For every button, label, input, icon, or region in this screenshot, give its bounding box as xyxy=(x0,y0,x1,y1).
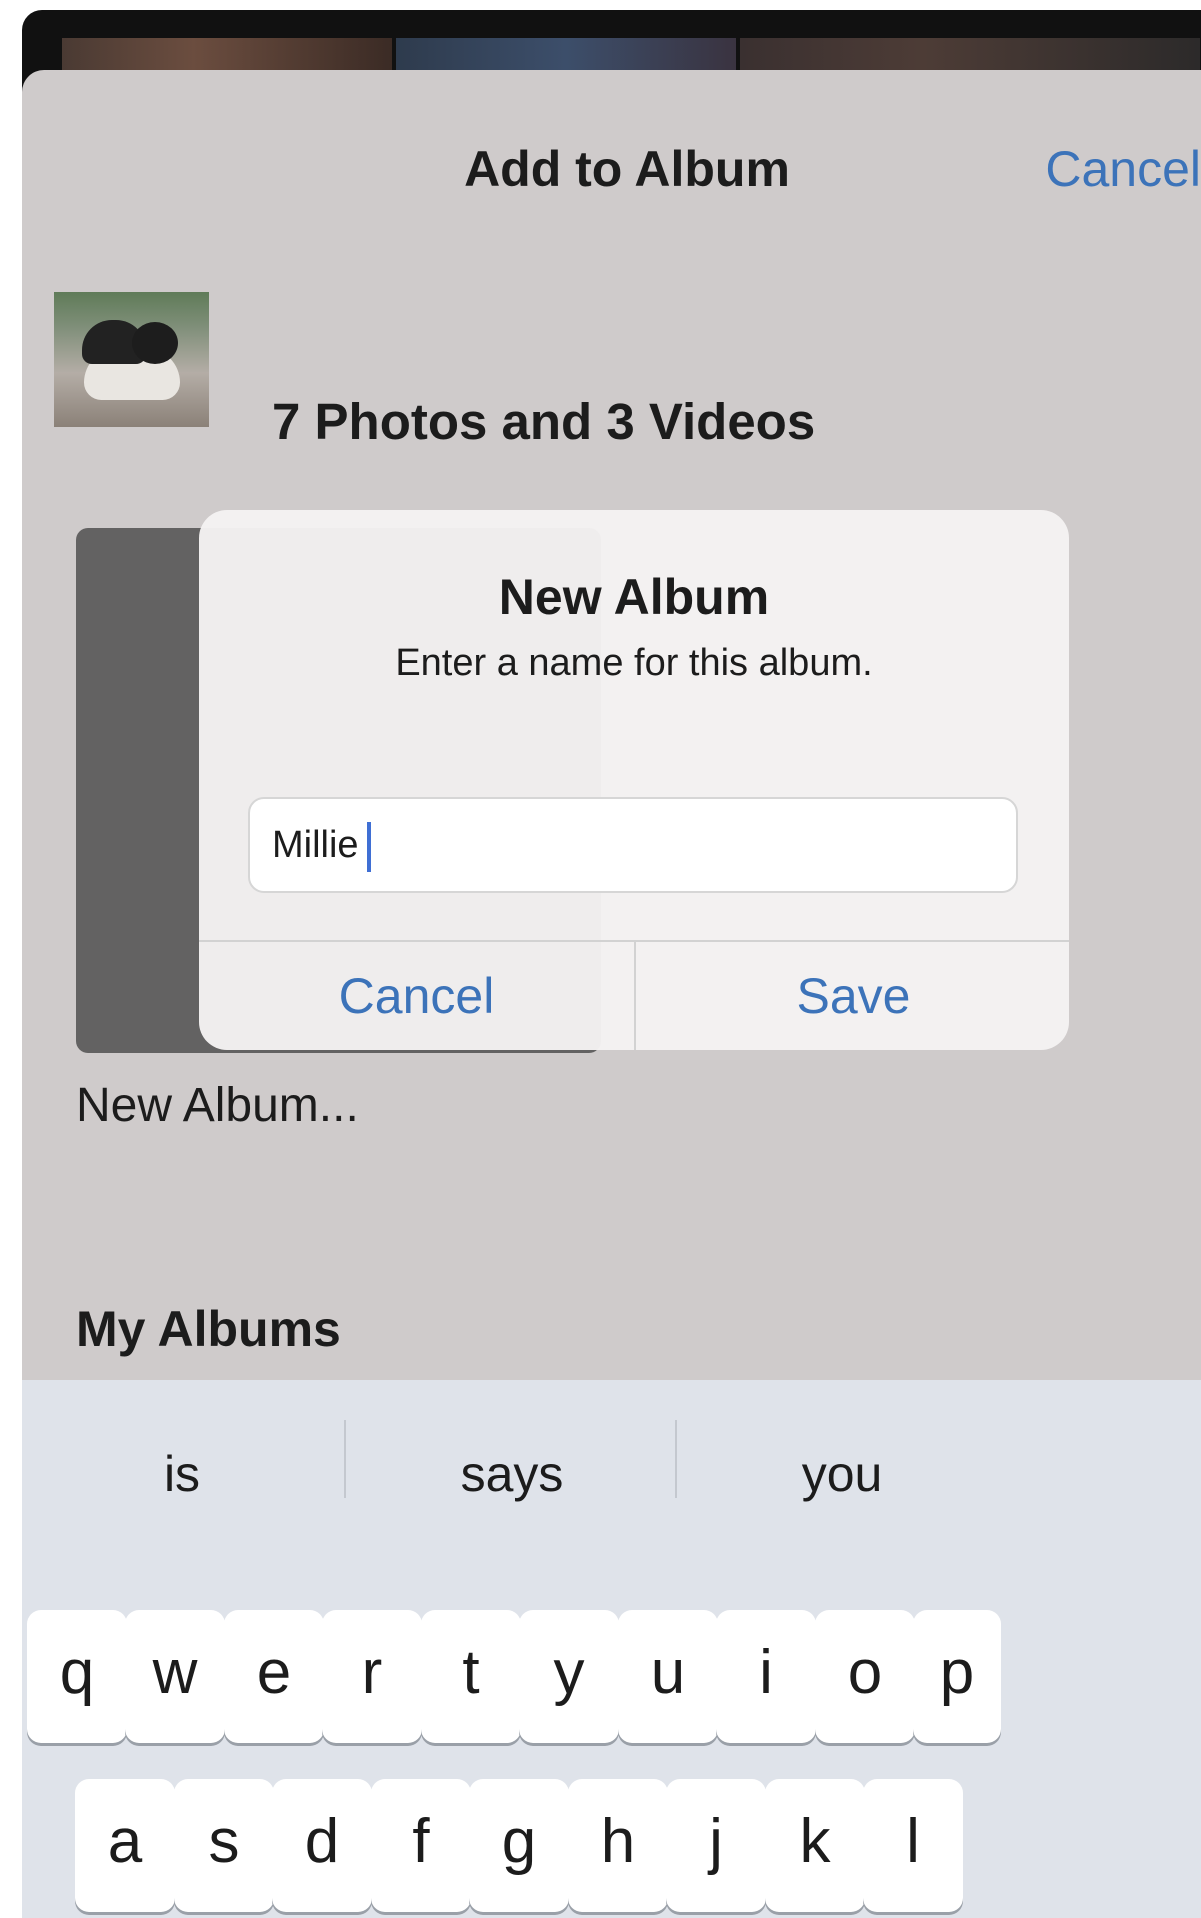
new-album-label[interactable]: New Album... xyxy=(76,1078,359,1133)
text-cursor xyxy=(366,821,371,872)
dialog-save-button[interactable]: Save xyxy=(636,942,1069,1050)
key-e[interactable]: e xyxy=(224,1610,324,1743)
album-name-input[interactable]: Millie xyxy=(248,797,1018,893)
key-l[interactable]: l xyxy=(863,1779,963,1912)
key-o[interactable]: o xyxy=(815,1610,915,1743)
my-albums-heading: My Albums xyxy=(76,1301,341,1357)
key-a[interactable]: a xyxy=(75,1779,175,1912)
key-r[interactable]: r xyxy=(322,1610,422,1743)
sheet-cancel-button[interactable]: Cancel xyxy=(1045,140,1201,198)
key-g[interactable]: g xyxy=(469,1779,569,1912)
key-f[interactable]: f xyxy=(371,1779,471,1912)
key-u[interactable]: u xyxy=(618,1610,718,1743)
key-y[interactable]: y xyxy=(519,1610,619,1743)
key-w[interactable]: w xyxy=(125,1610,225,1743)
suggestion-item[interactable]: you xyxy=(642,1445,1042,1503)
predictive-bar: is says you xyxy=(22,1380,1201,1540)
key-d[interactable]: d xyxy=(272,1779,372,1912)
selection-summary: 7 Photos and 3 Videos xyxy=(272,393,816,450)
key-h[interactable]: h xyxy=(568,1779,668,1912)
key-k[interactable]: k xyxy=(765,1779,865,1912)
key-s[interactable]: s xyxy=(174,1779,274,1912)
key-j[interactable]: j xyxy=(666,1779,766,1912)
key-i[interactable]: i xyxy=(716,1610,816,1743)
sheet-title: Add to Album xyxy=(464,141,790,197)
selection-thumbnail xyxy=(54,292,209,427)
dialog-title: New Album xyxy=(498,569,770,625)
cat-image-part xyxy=(132,322,178,364)
phone-screen: Add to Album Cancel 7 Photos and 3 Video… xyxy=(22,10,1201,1918)
key-t[interactable]: t xyxy=(421,1610,521,1743)
album-name-value: Millie xyxy=(272,824,359,866)
keyboard: is says you q w e r t y u i o p a s d f … xyxy=(22,1380,1201,1918)
new-album-dialog: New Album Enter a name for this album. M… xyxy=(199,510,1069,1050)
dialog-cancel-button[interactable]: Cancel xyxy=(199,942,634,1050)
key-q[interactable]: q xyxy=(27,1610,127,1743)
dialog-message: Enter a name for this album. xyxy=(395,642,873,684)
key-p[interactable]: p xyxy=(913,1610,1001,1743)
